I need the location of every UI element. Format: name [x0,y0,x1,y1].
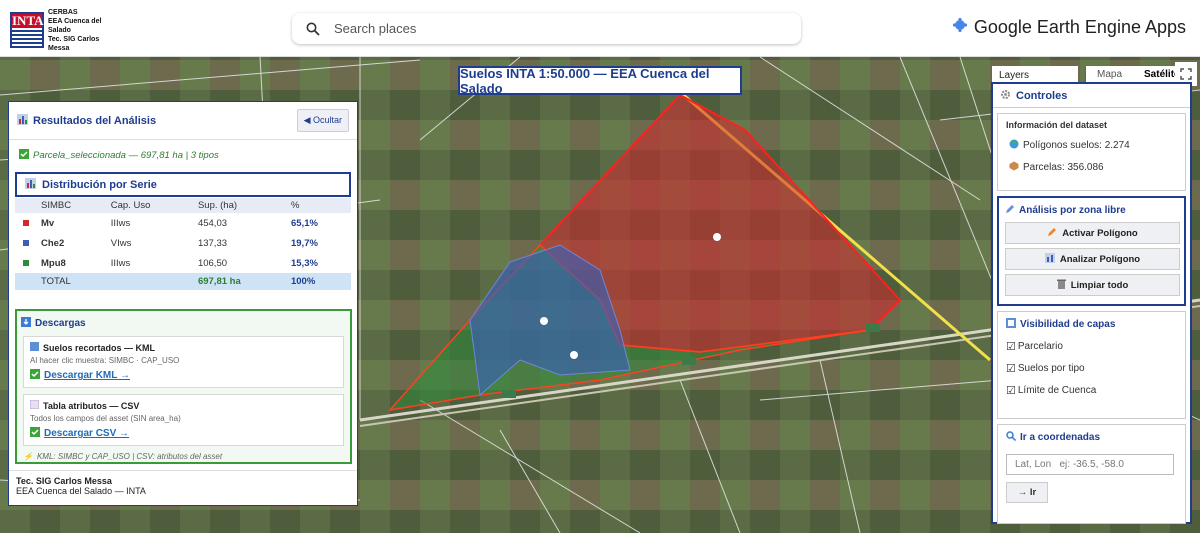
pencil-icon [1047,227,1057,240]
road-shield [502,390,516,398]
csv-card: Tabla atributos — CSV Todos los campos d… [23,394,344,446]
logo-brand: INTA [12,13,44,28]
downloads-title: Descargas [17,311,350,336]
col-header: Sup. (ha) [193,198,287,213]
downloads-section: Descargas Suelos recortados — KML Al hac… [15,309,352,464]
analysis-section: Análisis por zona libre Activar Polígono… [997,196,1186,306]
downloads-note: ⚡ KML: SIMBC y CAP_USO | CSV: atributos … [23,452,223,461]
results-title: Resultados del Análisis [17,113,156,128]
check-icon [30,369,40,382]
gear-icon [1000,89,1011,103]
col-header: Cap. Uso [106,198,194,213]
inta-logo: INTA CERBAS EEA Cuenca del Salado Tec. S… [10,8,122,52]
table-row: Che2 VIws 137,33 19,7% [15,233,351,253]
search-box[interactable] [292,13,801,44]
inta-logo-mark: INTA [10,12,44,48]
vertex-marker[interactable] [540,317,548,325]
parcel-icon [1009,161,1019,174]
layers-icon [1006,318,1016,331]
go-button[interactable]: → Ir [1006,482,1048,503]
earth-engine-icon [952,17,968,38]
gee-brand[interactable]: Google Earth Engine Apps [952,17,1186,38]
globe-icon [1009,139,1019,152]
controls-title: Controles [993,84,1190,108]
distribution-header: Distribución por Serie [15,172,351,197]
col-header: % [286,198,351,213]
color-swatch [23,259,29,266]
total-row: TOTAL 697,81 ha 100% [15,273,351,290]
results-panel: Resultados del Análisis ◀ Ocultar Parcel… [8,101,358,506]
map-icon [30,342,39,353]
map-title: Suelos INTA 1:50.000 — EEA Cuenca del Sa… [458,66,742,96]
bar-chart-icon [17,113,28,128]
distribution-table: SIMBC Cap. Uso Sup. (ha) % Mv IIIws 454,… [15,198,351,290]
download-icon [21,317,31,330]
goto-section: Ir a coordenadas → Ir [997,424,1186,524]
toggle-limite-cuenca[interactable]: ☑ Límite de Cuenca [1006,384,1177,397]
bar-chart-icon [25,177,36,192]
bolt-icon: ⚡ [23,452,33,461]
download-kml-link[interactable]: Descargar KML → [30,369,337,382]
checkbox-checked-icon[interactable]: ☑ [1006,362,1016,375]
toggle-suelos-por-tipo[interactable]: ☑ Suelos por tipo [1006,362,1177,375]
color-swatch [23,219,29,226]
table-row: Mpu8 IIIws 106,50 15,3% [15,253,351,273]
clear-all-button[interactable]: Limpiar todo [1005,274,1180,296]
checkbox-checked-icon[interactable]: ☑ [1006,340,1016,353]
controls-panel: Controles Información del dataset Polígo… [991,82,1192,524]
activate-polygon-button[interactable]: Activar Polígono [1005,222,1180,244]
toggle-parcelario[interactable]: ☑ Parcelario [1006,340,1177,353]
vertex-marker[interactable] [713,233,721,241]
logo-text: CERBAS EEA Cuenca del Salado Tec. SIG Ca… [48,8,102,52]
document-icon [29,399,40,411]
dataset-info: Información del dataset Polígonos suelos… [997,113,1186,191]
checkbox-checked-icon[interactable]: ☑ [1006,384,1016,397]
bar-chart-icon [1044,252,1055,266]
search-icon[interactable] [292,22,334,36]
hide-button[interactable]: ◀ Ocultar [296,109,349,132]
visibility-section: Visibilidad de capas ☑ Parcelario ☑ Suelos… [997,311,1186,419]
coordinates-input[interactable] [1006,454,1174,475]
search-input[interactable] [334,21,801,36]
check-icon [19,149,29,162]
color-swatch [23,239,29,246]
analyze-polygon-button[interactable]: Analizar Polígono [1005,248,1180,270]
panel-footer: Tec. SIG Carlos Messa EEA Cuenca del Sal… [9,470,357,505]
check-icon [30,427,40,440]
parcel-summary: Parcela_seleccionada — 697,81 ha | 3 tip… [9,140,357,162]
search-icon [1006,431,1017,444]
vertex-marker[interactable] [570,351,578,359]
kml-card: Suelos recortados — KML Al hacer clic mu… [23,336,344,388]
app-name: Google Earth Engine Apps [973,17,1186,37]
trash-icon [1056,279,1066,292]
pencil-icon [1005,204,1015,217]
col-header: SIMBC [37,198,107,213]
table-row: Mv IIIws 454,03 65,1% [15,213,351,233]
top-bar: INTA CERBAS EEA Cuenca del Salado Tec. S… [0,0,1200,57]
download-csv-link[interactable]: Descargar CSV → [30,427,337,440]
